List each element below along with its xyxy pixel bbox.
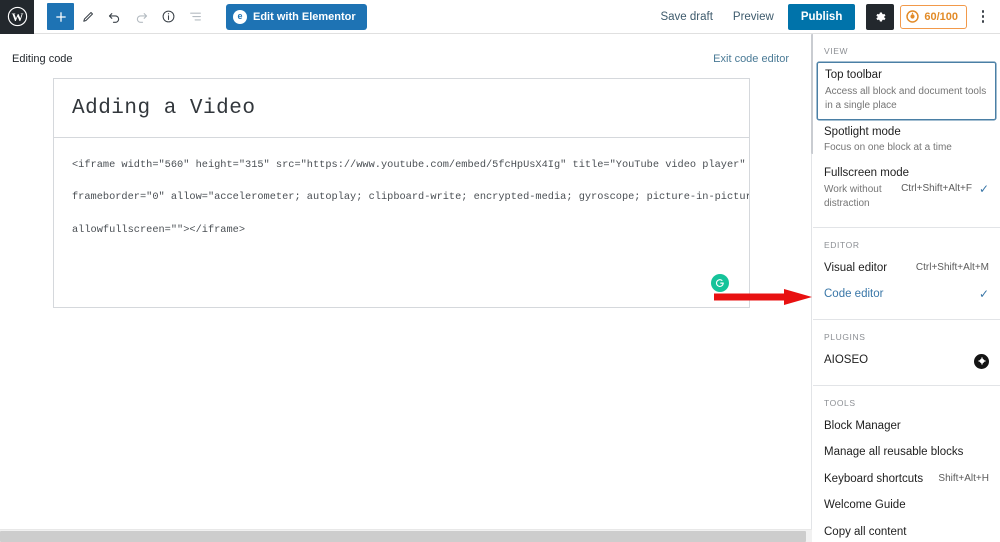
svg-text:W: W — [11, 10, 23, 24]
menu-item-label: Manage all reusable blocks — [824, 446, 964, 459]
post-title-value: Adding a Video — [72, 96, 256, 120]
menu-item-description: Access all block and document tools in a… — [825, 85, 987, 111]
block-tools-group — [47, 3, 209, 30]
section-label-editor: Editor — [824, 239, 860, 250]
menu-item-label: Spotlight mode — [824, 125, 901, 138]
editing-status-row: Editing code Exit code editor — [0, 34, 811, 70]
menu-item-visual-editor[interactable]: Visual editor Ctrl+Shift+Alt+M — [813, 256, 1000, 283]
menu-item-block-manager[interactable]: Block Manager — [813, 414, 1000, 441]
post-title-input[interactable]: Adding a Video — [53, 78, 750, 138]
menu-section-view: View Top toolbar Access all block and do… — [813, 34, 1000, 228]
aioseo-plugin-icon — [974, 353, 989, 369]
menu-item-keyboard-shortcuts[interactable]: Keyboard shortcuts Shift+Alt+H — [813, 467, 1000, 494]
menu-item-label: Code editor — [824, 288, 884, 301]
menu-item-label: Fullscreen mode — [824, 167, 910, 180]
editing-status-label: Editing code — [12, 53, 73, 65]
editor-top-bar: W e Edit with Elementor Save draft Previ… — [0, 0, 1000, 34]
checkmark-icon: ✓ — [978, 181, 989, 196]
menu-item-label: Top toolbar — [825, 69, 882, 81]
seo-score-badge[interactable]: 60/100 — [900, 4, 967, 29]
edit-tool-button[interactable] — [74, 3, 101, 30]
section-label-view: View — [824, 46, 849, 56]
edit-with-elementor-button[interactable]: e Edit with Elementor — [226, 3, 367, 30]
kebab-dot — [981, 15, 985, 18]
menu-section-editor: Editor Visual editor Ctrl+Shift+Alt+M Co… — [813, 228, 1000, 320]
editor-options-menu: View Top toolbar Access all block and do… — [813, 34, 1000, 542]
kebab-dot — [981, 20, 985, 23]
menu-item-fullscreen-mode[interactable]: Fullscreen mode Work without distraction… — [813, 161, 1000, 217]
code-editor-area: Editing code Exit code editor Adding a V… — [0, 34, 812, 542]
wordpress-logo-icon[interactable]: W — [0, 0, 34, 34]
horizontal-scrollbar[interactable] — [0, 529, 812, 542]
menu-item-description: Focus on one block at a time — [824, 142, 952, 154]
top-bar-actions: Save draft Preview Publish 60/100 — [650, 3, 1000, 30]
scrollbar-thumb[interactable] — [0, 531, 806, 542]
redo-button[interactable] — [128, 3, 155, 30]
menu-item-top-toolbar[interactable]: Top toolbar Access all block and documen… — [817, 62, 996, 120]
menu-item-label: AIOSEO — [824, 353, 869, 366]
menu-item-description: Work without distraction — [824, 183, 882, 209]
aioseo-score-icon — [906, 10, 920, 23]
menu-section-plugins: Plugins AIOSEO — [813, 320, 1000, 386]
menu-item-shortcut: Shift+Alt+H — [938, 472, 989, 484]
gear-icon — [876, 12, 886, 21]
code-line: frameborder="0" allow="accelerometer; au… — [72, 191, 750, 204]
code-line: <iframe width="560" height="315" src="ht… — [72, 159, 746, 171]
info-circle-icon[interactable] — [155, 3, 182, 30]
menu-section-tools: Tools Block Manager Manage all reusable … — [813, 386, 1000, 542]
menu-item-label: Copy all content — [824, 525, 907, 538]
save-draft-button[interactable]: Save draft — [650, 11, 722, 23]
post-content-code-textarea[interactable]: <iframe width="560" height="315" src="ht… — [53, 138, 750, 308]
exit-code-editor-button[interactable]: Exit code editor — [713, 53, 789, 65]
menu-item-spotlight-mode[interactable]: Spotlight mode Focus on one block at a t… — [813, 120, 1000, 162]
kebab-menu-icon[interactable] — [972, 4, 994, 30]
annotation-arrow-icon — [714, 289, 812, 305]
edit-with-elementor-label: Edit with Elementor — [253, 10, 356, 23]
menu-item-welcome-guide[interactable]: Welcome Guide — [813, 493, 1000, 520]
seo-score-value: 60/100 — [924, 10, 958, 23]
menu-item-aioseo[interactable]: AIOSEO — [813, 348, 1000, 375]
menu-item-label: Block Manager — [824, 419, 901, 432]
preview-button[interactable]: Preview — [723, 11, 784, 23]
kebab-dot — [981, 10, 985, 13]
settings-gear-button[interactable] — [866, 3, 895, 30]
section-label-plugins: Plugins — [824, 331, 866, 342]
menu-item-label: Welcome Guide — [824, 499, 906, 512]
elementor-logo-icon: e — [233, 9, 247, 24]
menu-item-label: Keyboard shortcuts — [824, 472, 924, 485]
menu-item-shortcut: Ctrl+Shift+Alt+F — [901, 183, 972, 195]
checkmark-icon: ✓ — [978, 287, 989, 302]
menu-item-label: Visual editor — [824, 261, 888, 274]
list-view-icon[interactable] — [182, 3, 209, 30]
undo-button[interactable] — [101, 3, 128, 30]
menu-item-code-editor[interactable]: Code editor ✓ — [813, 282, 1000, 309]
menu-item-copy-all-content[interactable]: Copy all content — [813, 520, 1000, 542]
menu-item-shortcut: Ctrl+Shift+Alt+M — [915, 261, 989, 273]
add-block-button[interactable] — [47, 3, 74, 30]
menu-item-manage-reusable-blocks[interactable]: Manage all reusable blocks — [813, 440, 1000, 467]
section-label-tools: Tools — [824, 397, 856, 408]
publish-button[interactable]: Publish — [787, 3, 856, 30]
code-line: allowfullscreen=""></iframe> — [72, 223, 246, 236]
